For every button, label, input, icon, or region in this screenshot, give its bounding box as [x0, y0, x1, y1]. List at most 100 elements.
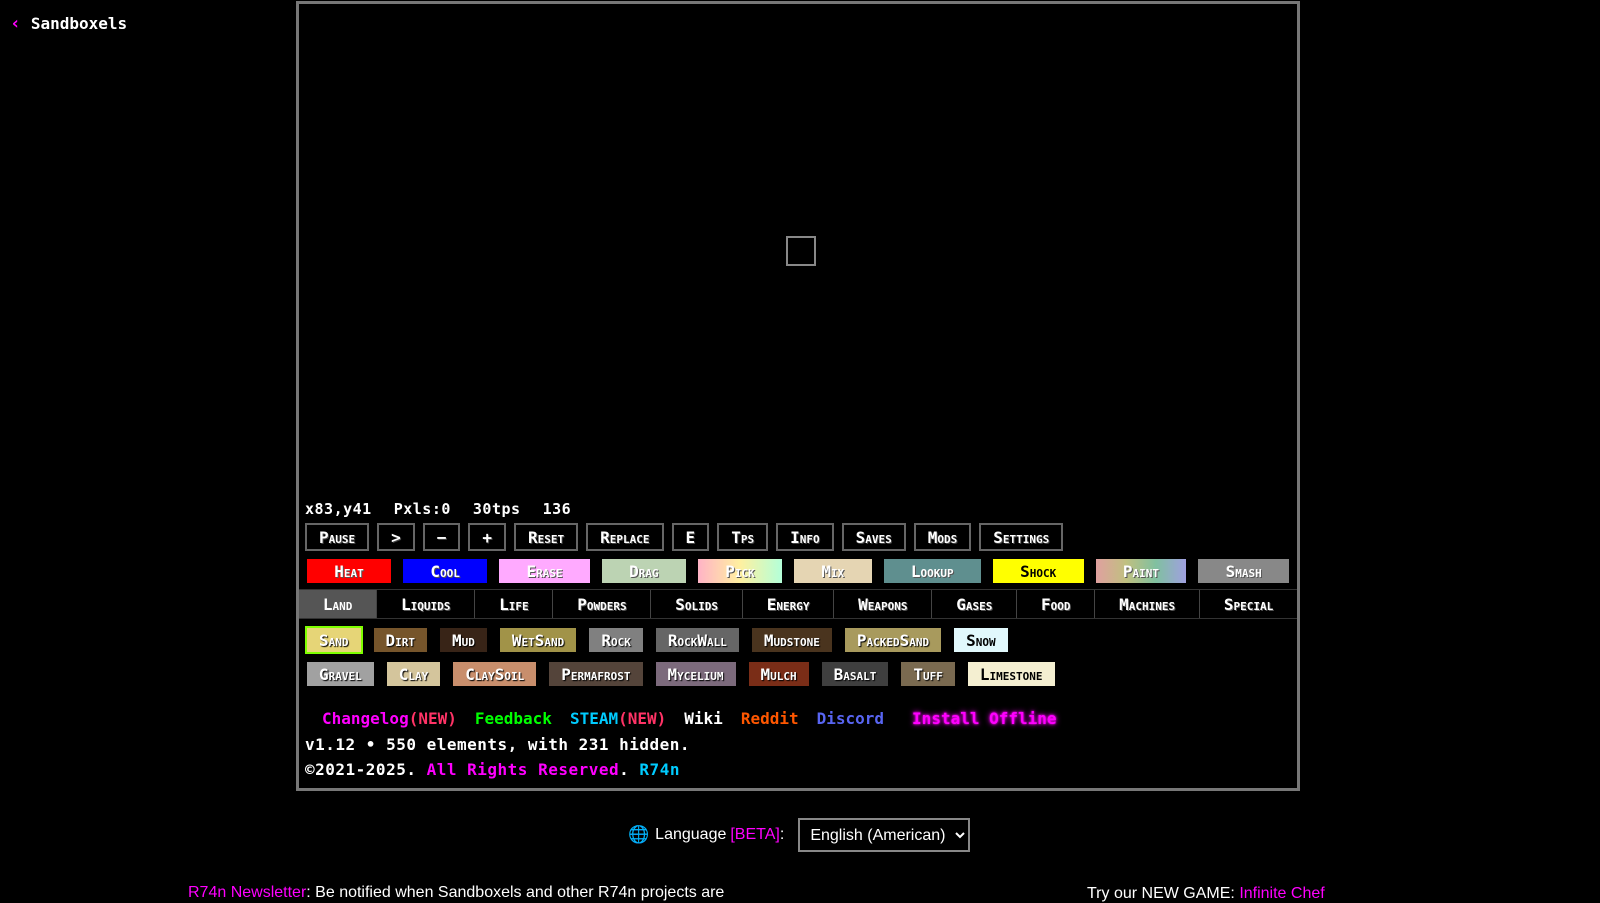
element-claysoil-button[interactable]: ClaySoil [451, 660, 539, 688]
new-game-promo: Try our NEW GAME: Infinite Chef [1087, 885, 1325, 903]
feedback-link[interactable]: Feedback [475, 709, 552, 728]
copyright-dot: . [619, 760, 630, 779]
newsletter-text: R74n Newsletter: Be notified when Sandbo… [188, 884, 724, 902]
shock-tool[interactable]: Shock [990, 557, 1086, 585]
step-button[interactable]: > [377, 523, 415, 551]
new-game-text: Try our NEW GAME: [1087, 885, 1240, 902]
lookup-tool[interactable]: Lookup [881, 557, 983, 585]
new-badge: (NEW) [408, 709, 457, 728]
paint-tool[interactable]: Paint [1093, 557, 1189, 585]
pixel-count: Pxls:0 [393, 500, 451, 518]
element-tuff-button[interactable]: Tuff [899, 660, 957, 688]
element-packedsand-button[interactable]: PackedSand [842, 626, 944, 654]
links-bar: Changelog(NEW) Feedback STEAM(NEW) Wiki Redd… [322, 709, 1057, 728]
new-badge: (NEW) [618, 709, 667, 728]
pick-tool[interactable]: Pick [695, 557, 785, 585]
rights-link[interactable]: All Rights Reserved [427, 760, 620, 779]
discord-link-group: Discord [817, 709, 884, 728]
reset-button[interactable]: Reset [514, 523, 579, 551]
smash-tool[interactable]: Smash [1196, 557, 1291, 585]
newsletter-description: : Be notified when Sandboxels and other … [306, 884, 725, 901]
changelog-link[interactable]: Changelog [322, 709, 409, 728]
stats-bar: x83,y41 Pxls:0 30tps 136 [305, 500, 593, 518]
category-tab-food[interactable]: Food [1017, 590, 1096, 618]
tool-toolbar: Heat Cool Erase Drag Pick Mix Lookup Shock Paint… [305, 557, 1291, 585]
reddit-link[interactable]: Reddit [741, 709, 799, 728]
pause-button[interactable]: Pause [305, 523, 370, 551]
zoom-in-button[interactable]: + [468, 523, 507, 551]
drag-tool[interactable]: Drag [599, 557, 688, 585]
steam-link-group: STEAM(NEW) [570, 709, 666, 728]
globe-icon: 🌐 [628, 825, 650, 844]
element-row: Sand Dirt Mud WetSand Rock RockWall Mudstone Pa… [305, 626, 1291, 654]
category-tab-life[interactable]: Life [475, 590, 554, 618]
element-mudstone-button[interactable]: Mudstone [749, 626, 834, 654]
category-tab-special[interactable]: Special [1200, 590, 1297, 618]
element-snow-button[interactable]: Snow [952, 626, 1010, 654]
element-clay-button[interactable]: Clay [384, 660, 443, 688]
tps-readout: 30tps [472, 500, 521, 518]
language-selector-row: 🌐 Language [BETA]: English (American) [628, 818, 971, 852]
element-sand-button[interactable]: Sand [305, 626, 363, 654]
game-window: x83,y41 Pxls:0 30tps 136 Pause > − + Reset Repla… [296, 1, 1300, 791]
zoom-out-button[interactable]: − [422, 523, 461, 551]
category-tab-land[interactable]: Land [299, 590, 378, 618]
install-offline-link-group: Install Offline [912, 709, 1057, 728]
settings-button[interactable]: Settings [979, 523, 1064, 551]
changelog-link-group: Changelog(NEW) [322, 709, 457, 728]
element-gravel-button[interactable]: Gravel [305, 660, 376, 688]
element-basalt-button[interactable]: Basalt [819, 660, 891, 688]
heat-tool[interactable]: Heat [305, 557, 394, 585]
chevron-left-icon: ‹ [10, 13, 21, 34]
erase-tool[interactable]: Erase [497, 557, 592, 585]
category-tab-energy[interactable]: Energy [743, 590, 835, 618]
saves-button[interactable]: Saves [841, 523, 906, 551]
element-wetsand-button[interactable]: WetSand [497, 626, 579, 654]
newsletter-link[interactable]: R74n Newsletter [188, 884, 306, 901]
mods-button[interactable]: Mods [913, 523, 972, 551]
copyright-year: ©2021-2025. [305, 760, 417, 779]
element-rockwall-button[interactable]: RockWall [653, 626, 741, 654]
version-info: v1.12 • 550 elements, with 231 hidden. [305, 735, 691, 754]
category-tab-liquids[interactable]: Liquids [377, 590, 476, 618]
category-tab-powders[interactable]: Powders [553, 590, 652, 618]
mix-tool[interactable]: Mix [792, 557, 874, 585]
element-permafrost-button[interactable]: Permafrost [547, 660, 645, 688]
app-title: Sandboxels [30, 14, 128, 33]
element-row: Gravel Clay ClaySoil Permafrost Mycelium Mulc… [305, 660, 1291, 688]
element-mud-button[interactable]: Mud [438, 626, 489, 654]
author-link[interactable]: R74n [639, 760, 680, 779]
beta-badge: [BETA] [730, 826, 780, 843]
steam-link[interactable]: STEAM [570, 709, 618, 728]
info-button[interactable]: Info [776, 523, 834, 551]
install-offline-link[interactable]: Install Offline [912, 709, 1057, 728]
element-mulch-button[interactable]: Mulch [746, 660, 811, 688]
element-mycelium-button[interactable]: Mycelium [653, 660, 738, 688]
cool-tool[interactable]: Cool [401, 557, 490, 585]
category-tab-solids[interactable]: Solids [651, 590, 743, 618]
discord-link[interactable]: Discord [817, 709, 884, 728]
feedback-link-group: Feedback [475, 709, 552, 728]
coords-readout: x83,y41 [305, 500, 372, 518]
game-canvas[interactable] [299, 4, 1297, 494]
reddit-link-group: Reddit [741, 709, 799, 728]
back-link[interactable]: ‹ Sandboxels [10, 13, 127, 34]
tps-button[interactable]: Tps [717, 523, 769, 551]
language-label: Language [655, 826, 727, 843]
control-toolbar: Pause > − + Reset Replace E Tps Info Saves Mods Set… [305, 523, 1291, 551]
frame-count: 136 [542, 500, 572, 518]
element-limestone-button[interactable]: Limestone [965, 660, 1057, 688]
wiki-link[interactable]: Wiki [684, 709, 723, 728]
replace-button[interactable]: Replace [586, 523, 664, 551]
wiki-link-group: Wiki [684, 709, 723, 728]
copyright: ©2021-2025. All Rights Reserved. R74n [305, 760, 680, 779]
category-tab-gases[interactable]: Gases [932, 590, 1018, 618]
element-rock-button[interactable]: Rock [587, 626, 645, 654]
language-select[interactable]: English (American) [798, 818, 971, 852]
brush-cursor [786, 236, 816, 266]
category-tab-weapons[interactable]: Weapons [834, 590, 933, 618]
e-button[interactable]: E [671, 523, 710, 551]
element-dirt-button[interactable]: Dirt [371, 626, 430, 654]
new-game-link[interactable]: Infinite Chef [1239, 885, 1324, 902]
category-tab-machines[interactable]: Machines [1095, 590, 1201, 618]
